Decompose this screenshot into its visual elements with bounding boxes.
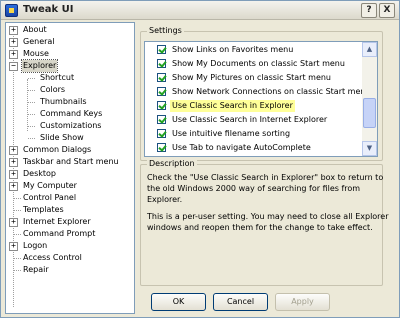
option-label: Use Classic Search in Internet Explorer bbox=[172, 115, 328, 124]
option-show-my-documents[interactable]: Show My Documents on classic Start menu bbox=[145, 58, 365, 70]
tree-item-command-prompt[interactable]: Command Prompt bbox=[6, 228, 134, 240]
tree-item-label: Control Panel bbox=[23, 193, 77, 202]
option-label: Show Links on Favorites menu bbox=[172, 45, 294, 54]
tree-item-logon[interactable]: + Logon bbox=[6, 240, 134, 252]
tree-item-label: Shortcut bbox=[40, 73, 75, 82]
tree-item-label: Explorer bbox=[20, 59, 59, 73]
tree-item-label: Mouse bbox=[23, 49, 49, 58]
tree-item-common-dialogs[interactable]: + Common Dialogs bbox=[6, 144, 134, 156]
option-label: Use intuitive filename sorting bbox=[172, 129, 291, 138]
tree-item-label: General bbox=[23, 37, 55, 46]
expand-icon[interactable]: + bbox=[9, 26, 18, 35]
tree-item-repair[interactable]: Repair bbox=[6, 264, 134, 276]
cancel-button[interactable]: Cancel bbox=[213, 293, 268, 311]
tree-item-label: Access Control bbox=[23, 253, 82, 262]
tree-item-my-computer[interactable]: + My Computer bbox=[6, 180, 134, 192]
option-label: Show Network Connections on classic Star… bbox=[172, 87, 371, 96]
tree-item-access-control[interactable]: Access Control bbox=[6, 252, 134, 264]
close-button[interactable]: X bbox=[379, 3, 395, 18]
option-classic-search-explorer[interactable]: Use Classic Search in Explorer bbox=[145, 100, 365, 112]
description-line: Check the "Use Classic Search in Explore… bbox=[147, 173, 384, 182]
title-bar[interactable]: Tweak UI ? X bbox=[1, 1, 399, 20]
tree-item-label: Thumbnails bbox=[40, 97, 87, 106]
tree-item-internet-explorer[interactable]: + Internet Explorer bbox=[6, 216, 134, 228]
tree-item-label: About bbox=[23, 25, 47, 34]
tree-item-label: Customizations bbox=[40, 121, 102, 130]
tree-item-colors[interactable]: Colors bbox=[6, 84, 134, 96]
expand-icon[interactable]: + bbox=[9, 50, 18, 59]
option-tab-autocomplete[interactable]: Use Tab to navigate AutoComplete bbox=[145, 142, 365, 154]
apply-button[interactable]: Apply bbox=[275, 293, 330, 311]
tree-item-control-panel[interactable]: Control Panel bbox=[6, 192, 134, 204]
tree-item-label: Taskbar and Start menu bbox=[23, 157, 119, 166]
tree-item-thumbnails[interactable]: Thumbnails bbox=[6, 96, 134, 108]
expand-icon[interactable]: + bbox=[9, 170, 18, 179]
description-line: the old Windows 2000 way of searching fo… bbox=[147, 184, 361, 193]
description-line: windows and reopen them for the change t… bbox=[147, 223, 373, 232]
settings-scrollbar[interactable]: ▲ ▼ bbox=[362, 42, 377, 156]
scroll-down-icon[interactable]: ▼ bbox=[362, 141, 377, 156]
tree-item-about[interactable]: + About bbox=[6, 24, 134, 36]
tree-item-label: Common Dialogs bbox=[23, 145, 92, 154]
checkbox[interactable] bbox=[157, 143, 166, 152]
expand-icon[interactable]: + bbox=[9, 182, 18, 191]
window-title: Tweak UI bbox=[23, 4, 74, 15]
tree-item-label: Templates bbox=[23, 205, 64, 214]
checkbox[interactable] bbox=[157, 101, 166, 110]
option-show-links-favorites[interactable]: Show Links on Favorites menu bbox=[145, 44, 365, 56]
category-tree[interactable]: + About + General + Mouse − Explorer Sho… bbox=[5, 22, 135, 314]
ok-button[interactable]: OK bbox=[151, 293, 206, 311]
tree-item-label: Command Prompt bbox=[23, 229, 96, 238]
help-button[interactable]: ? bbox=[361, 3, 377, 18]
tree-item-taskbar[interactable]: + Taskbar and Start menu bbox=[6, 156, 134, 168]
checkbox[interactable] bbox=[157, 59, 166, 68]
tree-item-label: Slide Show bbox=[40, 133, 84, 142]
description-group-title: Description bbox=[147, 159, 197, 168]
tree-item-slide-show[interactable]: Slide Show bbox=[6, 132, 134, 144]
tree-item-customizations[interactable]: Customizations bbox=[6, 120, 134, 132]
option-classic-search-ie[interactable]: Use Classic Search in Internet Explorer bbox=[145, 114, 365, 126]
expand-icon[interactable]: + bbox=[9, 38, 18, 47]
expand-icon[interactable]: + bbox=[9, 218, 18, 227]
scroll-thumb[interactable] bbox=[363, 98, 376, 128]
checkbox[interactable] bbox=[157, 45, 166, 54]
tree-item-label: Repair bbox=[23, 265, 49, 274]
expand-icon[interactable]: + bbox=[9, 146, 18, 155]
expand-icon[interactable]: + bbox=[9, 242, 18, 251]
collapse-icon[interactable]: − bbox=[9, 62, 18, 71]
option-show-network-connections[interactable]: Show Network Connections on classic Star… bbox=[145, 86, 371, 98]
tree-item-desktop[interactable]: + Desktop bbox=[6, 168, 134, 180]
tree-item-label: Internet Explorer bbox=[23, 217, 91, 226]
settings-list[interactable]: Show Links on Favorites menu Show My Doc… bbox=[144, 41, 378, 157]
description-line: Explorer. bbox=[147, 195, 183, 204]
tree-item-explorer[interactable]: − Explorer bbox=[6, 59, 134, 73]
expand-icon[interactable]: + bbox=[9, 158, 18, 167]
tree-item-templates[interactable]: Templates bbox=[6, 204, 134, 216]
checkbox[interactable] bbox=[157, 73, 166, 82]
option-label: Use Tab to navigate AutoComplete bbox=[172, 143, 311, 152]
tree-item-label: Desktop bbox=[23, 169, 56, 178]
tree-item-label: Logon bbox=[23, 241, 48, 250]
tree-item-label: My Computer bbox=[23, 181, 77, 190]
option-label: Show My Pictures on classic Start menu bbox=[172, 73, 332, 82]
tree-item-mouse[interactable]: + Mouse bbox=[6, 48, 134, 60]
scroll-up-icon[interactable]: ▲ bbox=[362, 42, 377, 57]
app-icon bbox=[5, 4, 18, 17]
option-intuitive-sorting[interactable]: Use intuitive filename sorting bbox=[145, 128, 365, 140]
option-label: Use Classic Search in Explorer bbox=[170, 100, 295, 112]
checkbox[interactable] bbox=[157, 115, 166, 124]
tree-item-label: Command Keys bbox=[40, 109, 103, 118]
description-line: This is a per-user setting. You may need… bbox=[147, 212, 389, 221]
checkbox[interactable] bbox=[157, 129, 166, 138]
settings-group-title: Settings bbox=[147, 26, 184, 35]
tweakui-window: Tweak UI ? X + About + General + Mouse −… bbox=[0, 0, 400, 318]
option-label: Show My Documents on classic Start menu bbox=[172, 59, 345, 68]
tree-item-command-keys[interactable]: Command Keys bbox=[6, 108, 134, 120]
tree-item-shortcut[interactable]: Shortcut bbox=[6, 72, 134, 84]
tree-item-label: Colors bbox=[40, 85, 66, 94]
option-show-my-pictures[interactable]: Show My Pictures on classic Start menu bbox=[145, 72, 365, 84]
checkbox[interactable] bbox=[157, 87, 166, 96]
tree-item-general[interactable]: + General bbox=[6, 36, 134, 48]
